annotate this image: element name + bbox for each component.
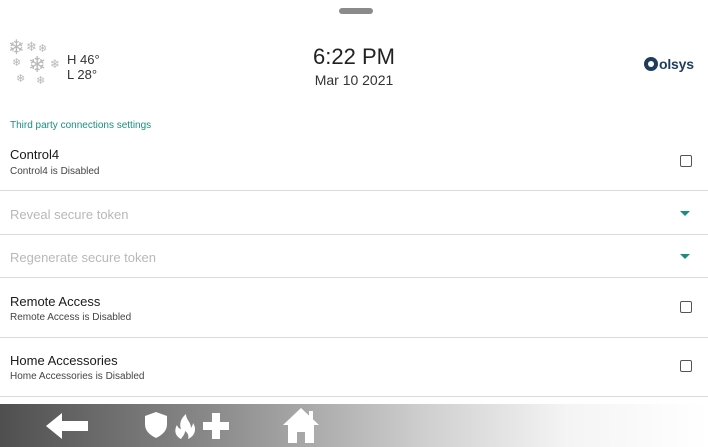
setting-row-regenerate-token[interactable]: Regenerate secure token — [0, 235, 708, 277]
setting-title: Remote Access — [10, 294, 101, 309]
medical-cross-icon[interactable] — [203, 413, 229, 439]
row-divider — [0, 396, 708, 397]
setting-title: Home Accessories — [10, 353, 118, 368]
home-icon[interactable] — [282, 407, 320, 443]
clock-date: Mar 10 2021 — [314, 72, 394, 88]
setting-row-reveal-token[interactable]: Reveal secure token — [0, 191, 708, 234]
weather-low-temp: L 28° — [67, 67, 98, 82]
setting-title: Control4 — [10, 147, 60, 162]
caret-down-icon[interactable] — [680, 254, 690, 259]
weather-high-temp: H 46° — [67, 52, 100, 67]
qolsys-logo: olsys — [644, 56, 706, 74]
caret-down-icon[interactable] — [680, 211, 690, 216]
panel-screen: ❄ ❄ ❄ ❄ ❄ ❄ ❄ ❄ H 46° L 28° 6:22 PM Mar … — [0, 0, 708, 447]
setting-subtitle: Control4 is Disabled — [10, 166, 100, 177]
regenerate-token-label: Regenerate secure token — [10, 250, 156, 265]
setting-subtitle: Home Accessories is Disabled — [10, 371, 145, 382]
setting-row-home-accessories[interactable]: Home Accessories Home Accessories is Dis… — [0, 338, 708, 396]
clock-time: 6:22 PM — [313, 44, 395, 69]
reveal-token-label: Reveal secure token — [10, 207, 129, 222]
pull-down-handle[interactable] — [339, 8, 373, 14]
snowflakes-icon: ❄ ❄ ❄ ❄ ❄ ❄ ❄ ❄ — [8, 37, 61, 87]
setting-row-control4[interactable]: Control4 Control4 is Disabled — [0, 140, 708, 190]
setting-subtitle: Remote Access is Disabled — [10, 312, 132, 323]
setting-row-remote-access[interactable]: Remote Access Remote Access is Disabled — [0, 278, 708, 337]
back-arrow-icon[interactable] — [46, 413, 90, 439]
control4-checkbox[interactable] — [680, 155, 692, 167]
police-shield-icon[interactable] — [145, 412, 167, 438]
section-title: Third party connections settings — [10, 120, 152, 131]
remote-access-checkbox[interactable] — [680, 301, 692, 313]
logo-mark-icon — [644, 57, 658, 71]
home-accessories-checkbox[interactable] — [680, 360, 692, 372]
bottom-nav-bar — [0, 404, 708, 447]
fire-flame-icon[interactable] — [173, 411, 197, 439]
